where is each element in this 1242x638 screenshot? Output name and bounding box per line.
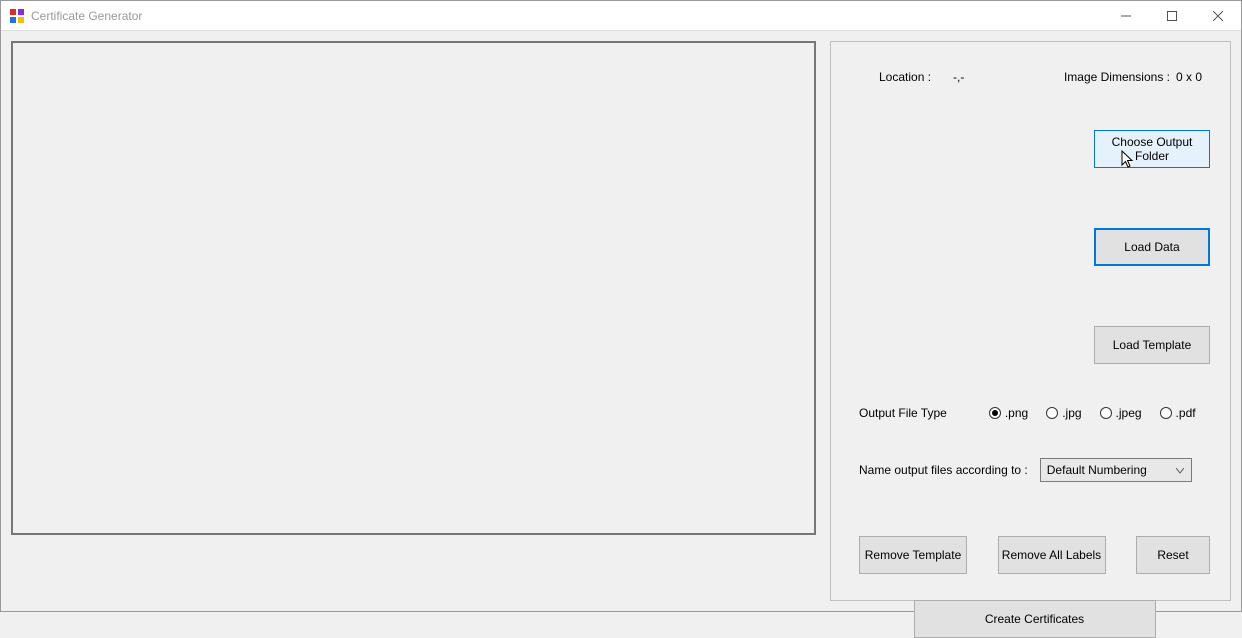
radio-dot-icon [989,407,1001,419]
chevron-down-icon [1173,463,1187,477]
close-button[interactable] [1195,1,1241,31]
naming-label: Name output files according to : [859,463,1028,477]
controls-panel: Location : -,- Image Dimensions : 0 x 0 … [830,41,1231,601]
minimize-button[interactable] [1103,1,1149,31]
load-template-button[interactable]: Load Template [1094,326,1210,364]
radio-jpg[interactable]: .jpg [1046,406,1081,420]
titlebar: Certificate Generator [1,1,1241,31]
location-label: Location : [879,70,931,84]
app-icon [9,8,25,24]
radio-jpeg[interactable]: .jpeg [1100,406,1142,420]
window-title: Certificate Generator [31,9,142,23]
remove-template-button[interactable]: Remove Template [859,536,967,574]
remove-all-labels-button[interactable]: Remove All Labels [998,536,1106,574]
radio-pdf[interactable]: .pdf [1160,406,1196,420]
naming-combobox[interactable]: Default Numbering [1040,458,1192,482]
dimensions-value: 0 x 0 [1176,70,1202,84]
info-row: Location : -,- Image Dimensions : 0 x 0 [859,70,1210,84]
radio-circle-icon [1046,407,1058,419]
maximize-button[interactable] [1149,1,1195,31]
window: Certificate Generator Location : -,- Ima… [0,0,1242,612]
file-type-label: Output File Type [859,406,947,420]
location-value: -,- [953,70,964,84]
reset-button[interactable]: Reset [1136,536,1210,574]
radio-circle-icon [1160,407,1172,419]
radio-circle-icon [1100,407,1112,419]
choose-output-folder-button[interactable]: Choose Output Folder [1094,130,1210,168]
load-data-button[interactable]: Load Data [1094,228,1210,266]
preview-canvas[interactable] [11,41,816,535]
naming-selected: Default Numbering [1047,463,1147,477]
radio-png[interactable]: .png [989,406,1028,420]
create-certificates-button[interactable]: Create Certificates [914,600,1156,638]
client-area: Location : -,- Image Dimensions : 0 x 0 … [1,31,1241,611]
dimensions-label: Image Dimensions : [1064,70,1170,84]
